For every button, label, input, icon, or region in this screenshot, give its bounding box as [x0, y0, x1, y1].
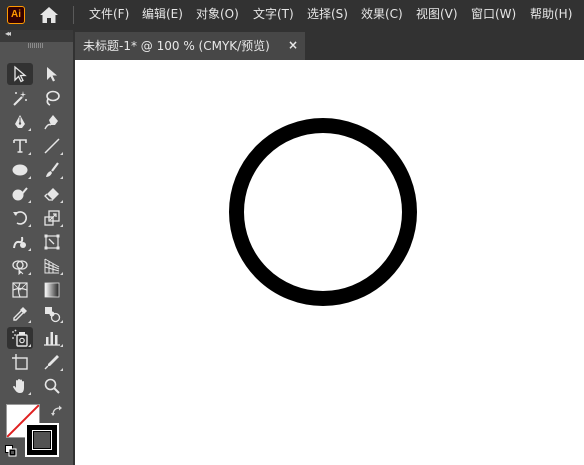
zoom-tool-icon[interactable] — [39, 375, 65, 397]
document-tab-bar: 未标题-1* @ 100 % (CMYK/预览) × — [73, 30, 584, 60]
app-logo: Ai — [7, 6, 25, 24]
warp-tool-icon[interactable] — [7, 231, 33, 253]
close-tab-icon[interactable]: × — [288, 38, 298, 52]
shaper-tool-icon[interactable] — [7, 183, 33, 205]
pen-tool-icon[interactable] — [7, 111, 33, 133]
magic-wand-tool-icon[interactable] — [7, 87, 33, 109]
menu-bar: Ai 文件(F) 编辑(E) 对象(O) 文字(T) 选择(S) 效果(C) 视… — [0, 0, 584, 30]
perspective-grid-tool-icon[interactable] — [39, 255, 65, 277]
tools-panel: ◂◂ — [0, 29, 73, 465]
stroke-inner-box — [32, 430, 52, 450]
lasso-tool-icon[interactable] — [39, 87, 65, 109]
gradient-tool-icon[interactable] — [39, 279, 65, 301]
menu-help[interactable]: 帮助(H) — [530, 7, 572, 22]
stroke-color-swatch[interactable] — [25, 423, 59, 457]
menu-select[interactable]: 选择(S) — [307, 7, 348, 22]
menu-type[interactable]: 文字(T) — [253, 7, 294, 22]
eraser-tool-icon[interactable] — [39, 183, 65, 205]
menu-separator — [73, 6, 74, 24]
artboard-canvas[interactable] — [75, 60, 584, 465]
paintbrush-tool-icon[interactable] — [39, 159, 65, 181]
line-segment-tool-icon[interactable] — [39, 135, 65, 157]
menu-file[interactable]: 文件(F) — [89, 7, 129, 22]
ellipse-tool-icon[interactable] — [7, 159, 33, 181]
menu-effect[interactable]: 效果(C) — [361, 7, 403, 22]
slice-tool-icon[interactable] — [39, 351, 65, 373]
document-tab[interactable]: 未标题-1* @ 100 % (CMYK/预览) × — [75, 32, 305, 60]
artboard-tool-icon[interactable] — [7, 351, 33, 373]
menu-window[interactable]: 窗口(W) — [471, 7, 516, 22]
menu-view[interactable]: 视图(V) — [416, 7, 458, 22]
collapse-panel-icon[interactable]: ◂◂ — [5, 29, 11, 38]
free-transform-tool-icon[interactable] — [39, 231, 65, 253]
type-tool-icon[interactable] — [7, 135, 33, 157]
default-fill-stroke-icon[interactable] — [5, 445, 17, 457]
panel-grip-icon[interactable] — [28, 43, 44, 48]
direct-selection-tool-icon[interactable] — [39, 63, 65, 85]
document-tab-title: 未标题-1* @ 100 % (CMYK/预览) — [83, 39, 270, 53]
circle-artwork[interactable] — [229, 118, 417, 306]
hand-tool-icon[interactable] — [7, 375, 33, 397]
tools-panel-header: ◂◂ — [0, 29, 73, 42]
menu-object[interactable]: 对象(O) — [196, 7, 239, 22]
mesh-tool-icon[interactable] — [7, 279, 33, 301]
selection-tool-icon[interactable] — [7, 63, 33, 85]
scale-tool-icon[interactable] — [39, 207, 65, 229]
swap-fill-stroke-icon[interactable] — [50, 404, 64, 418]
rotate-tool-icon[interactable] — [7, 207, 33, 229]
curvature-tool-icon[interactable] — [39, 111, 65, 133]
column-graph-tool-icon[interactable] — [39, 327, 65, 349]
symbol-sprayer-tool-icon[interactable] — [7, 327, 33, 349]
illustrator-window: Ai 文件(F) 编辑(E) 对象(O) 文字(T) 选择(S) 效果(C) 视… — [0, 0, 584, 465]
shape-builder-tool-icon[interactable] — [7, 255, 33, 277]
menu-edit[interactable]: 编辑(E) — [142, 7, 183, 22]
eyedropper-tool-icon[interactable] — [7, 303, 33, 325]
home-icon[interactable] — [39, 6, 59, 24]
blend-tool-icon[interactable] — [39, 303, 65, 325]
